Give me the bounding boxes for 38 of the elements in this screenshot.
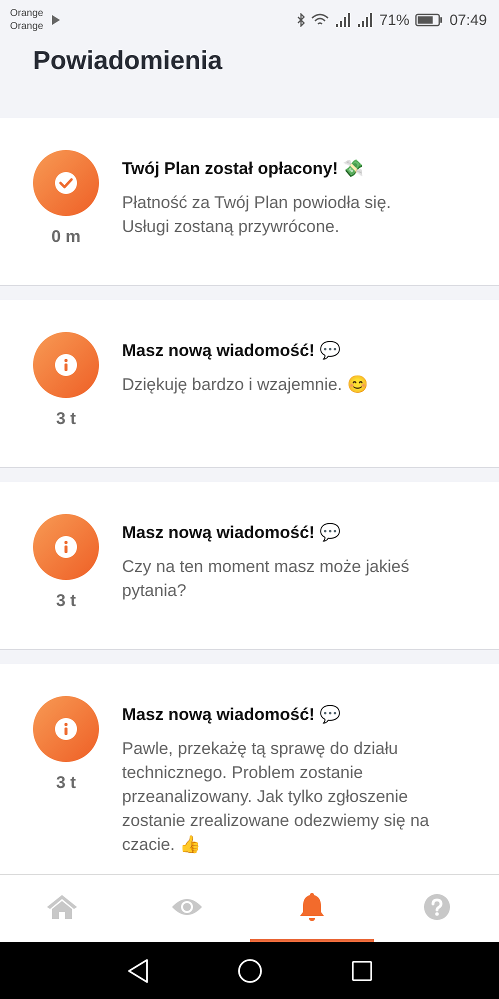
info-icon [33, 332, 99, 398]
notification-card[interactable]: 3 t Masz nową wiadomość! 💬 Pawle, przekażę tą sprawę do działu technicznego. Problem zostanie przeanalizowany. Jak tylko zgłoszenie zostanie zrealizowane odezwiemy się na czacie. 👍 [0, 664, 499, 874]
time-ago: 3 t [56, 409, 76, 429]
time-ago: 3 t [56, 773, 76, 793]
time-ago: 0 m [51, 227, 81, 247]
play-store-icon [51, 14, 62, 26]
home-button-icon[interactable] [236, 958, 262, 984]
notification-text: Płatność za Twój Plan powiodła się. Usługi zostaną przywrócone. [122, 192, 392, 238]
back-icon[interactable] [126, 958, 148, 984]
wifi-icon [311, 13, 330, 27]
recents-icon[interactable] [350, 960, 372, 982]
notification-card[interactable]: 3 t Masz nową wiadomość! 💬 Czy na ten moment masz może jakieś pytania? [0, 482, 499, 650]
notification-title: Twój Plan został opłacony! 💸 [122, 158, 365, 179]
time-ago: 3 t [56, 591, 76, 611]
battery-icon [415, 13, 444, 27]
notification-text: Czy na ten moment masz może jakieś pytania? [122, 556, 410, 602]
notification-title: Masz nową wiadomość! 💬 [122, 522, 342, 543]
notification-text: Dziękuję bardzo i wzajemnie. 😊 [122, 374, 369, 396]
bluetooth-icon [297, 13, 306, 27]
check-icon [33, 150, 99, 216]
notification-card[interactable]: 3 t Masz nową wiadomość! 💬 Dziękuję bardzo i wzajemnie. 😊 [0, 300, 499, 468]
notification-card[interactable]: 0 m Twój Plan został opłacony! 💸 Płatność za Twój Plan powiodła się. Usługi zostaną przywrócone. [0, 118, 499, 286]
info-icon [33, 514, 99, 580]
notification-text: Pawle, przekażę tą sprawę do działu technicznego. Problem zostanie przeanalizowany. Jak tylko zgłoszenie zostanie zrealizowane odezwiemy się na czacie. 👍 [122, 738, 430, 856]
carrier-name: Orange [10, 20, 44, 33]
info-icon [33, 696, 99, 762]
signal-icon [335, 13, 352, 27]
home-icon [46, 894, 78, 920]
battery-percent: 71% [379, 12, 410, 28]
help-icon [422, 893, 451, 921]
carrier-name: Orange [10, 7, 44, 20]
page-title: Powiadomienia [33, 45, 224, 76]
clock: 07:49 [449, 12, 487, 28]
bell-icon [298, 892, 325, 922]
signal-icon [357, 13, 374, 27]
notification-title: Masz nową wiadomość! 💬 [122, 340, 342, 361]
notification-title: Masz nową wiadomość! 💬 [122, 704, 342, 725]
eye-icon [171, 897, 204, 917]
